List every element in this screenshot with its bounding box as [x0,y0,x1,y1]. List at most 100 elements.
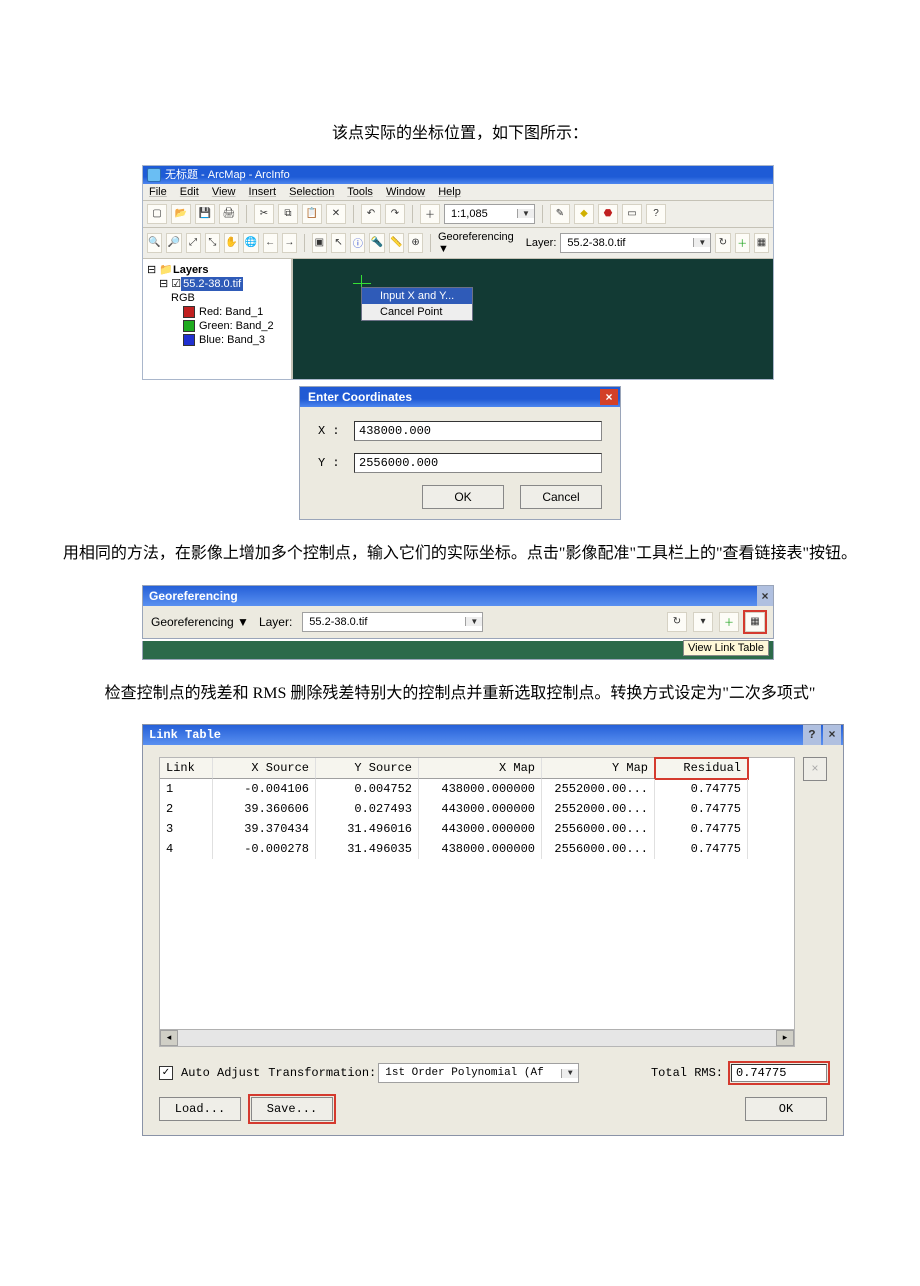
menu-view[interactable]: View [212,186,236,198]
toc-band-red: Red: Band_1 [199,305,263,319]
y-input[interactable] [354,453,602,473]
open-icon[interactable]: 📂 [171,204,191,224]
georef-menu-button[interactable]: Georeferencing ▼ [151,615,249,629]
menu-tools[interactable]: Tools [347,186,373,198]
col-xmap[interactable]: X Map [419,758,542,779]
chevron-down-icon[interactable] [517,209,534,218]
ok-button[interactable]: OK [745,1097,827,1121]
menu-selection[interactable]: Selection [289,186,334,198]
close-icon[interactable]: × [600,389,618,405]
select-elements-icon[interactable]: ↖ [331,233,346,253]
redo-icon[interactable]: ↷ [385,204,405,224]
pan-icon[interactable]: ✋ [224,233,239,253]
editor-toolbar-icon[interactable]: ✎ [550,204,570,224]
table-row[interactable]: 239.3606060.027493443000.0000002552000.0… [160,799,794,819]
delete-link-button[interactable]: × [803,757,827,781]
back-extent-icon[interactable]: ← [263,233,278,253]
x-label: X : [318,424,354,438]
toc-layers-root[interactable]: Layers [173,263,208,277]
cut-icon[interactable]: ✂ [254,204,274,224]
georef-add-point-icon[interactable]: ＋ [719,612,739,632]
view-link-table-button[interactable]: ▦ [745,612,765,632]
col-residual[interactable]: Residual [655,758,748,779]
zoom-out-icon[interactable]: 🔎 [166,233,181,253]
georef-layer-combo-2-value: 55.2-38.0.tif [303,616,465,628]
save-icon[interactable]: 💾 [195,204,215,224]
ctx-input-xy[interactable]: Input X and Y... [362,288,472,304]
transformation-value: 1st Order Polynomial (Af [379,1067,561,1079]
zoom-in-icon[interactable]: 🔍 [147,233,162,253]
menu-insert[interactable]: Insert [249,186,277,198]
table-cell: 0.027493 [316,799,419,819]
link-table-grid[interactable]: Link X Source Y Source X Map Y Map Resid… [159,757,795,1047]
close-icon[interactable]: × [823,725,841,745]
scroll-left-icon[interactable]: ◂ [160,1030,178,1046]
close-icon[interactable]: × [757,586,773,606]
fixed-zoom-out-icon[interactable]: ⤡ [205,233,220,253]
measure-icon[interactable]: 📏 [389,233,404,253]
xy-icon[interactable]: ⊕ [408,233,423,253]
auto-adjust-checkbox[interactable]: ✓ [159,1066,173,1080]
scale-combo[interactable]: 1:1,085 [444,204,535,224]
fwd-extent-icon[interactable]: → [282,233,297,253]
delete-icon[interactable]: ✕ [326,204,346,224]
table-row[interactable]: 4-0.00027831.496035438000.0000002556000.… [160,839,794,859]
find-icon[interactable]: 🔦 [369,233,384,253]
georef-layer-combo-2[interactable]: 55.2-38.0.tif [302,612,483,632]
arccatalog-icon[interactable]: ◆ [574,204,594,224]
georef-layer-combo[interactable]: 55.2-38.0.tif [560,233,711,253]
select-features-icon[interactable]: ▣ [312,233,327,253]
undo-icon[interactable]: ↶ [361,204,381,224]
col-xsource[interactable]: X Source [213,758,316,779]
load-button[interactable]: Load... [159,1097,241,1121]
help-icon[interactable]: ? [803,725,821,745]
georeferencing-menu[interactable]: Georeferencing ▼ [438,231,514,255]
scroll-right-icon[interactable]: ▸ [776,1030,794,1046]
menu-window[interactable]: Window [386,186,425,198]
chevron-down-icon[interactable] [693,238,710,247]
full-extent-icon[interactable]: 🌐 [243,233,258,253]
map-view[interactable]: Input X and Y... Cancel Point [292,259,773,379]
save-button[interactable]: Save... [251,1097,333,1121]
chevron-down-icon[interactable]: ▾ [693,612,713,632]
whats-this-icon[interactable]: ? [646,204,666,224]
col-link[interactable]: Link [160,758,213,779]
menu-edit[interactable]: Edit [180,186,199,198]
add-data-icon[interactable]: ＋ [420,204,440,224]
menu-file[interactable]: File [149,186,167,198]
col-ysource[interactable]: Y Source [316,758,419,779]
x-input[interactable] [354,421,602,441]
cancel-button[interactable]: Cancel [520,485,602,509]
doc-paragraph-3: 检查控制点的残差和 RMS 删除残差特别大的控制点并重新选取控制点。转换方式设定… [60,680,860,709]
new-doc-icon[interactable]: ▢ [147,204,167,224]
georef-add-point-icon[interactable]: ＋ [735,233,750,253]
link-table-scrollbar[interactable]: ◂ ▸ [160,1029,794,1046]
chevron-down-icon[interactable] [465,617,482,626]
table-of-contents[interactable]: ⊟ 📁 Layers ⊟ ☑ 55.2-38.0.tif RGB Red: Ba… [143,259,292,379]
ctx-cancel-point[interactable]: Cancel Point [362,304,472,320]
doc-paragraph-2: 用相同的方法，在影像上增加多个控制点，输入它们的实际坐标。点击"影像配准"工具栏… [60,540,860,569]
copy-icon[interactable]: ⧉ [278,204,298,224]
ok-button[interactable]: OK [422,485,504,509]
identify-icon[interactable]: ⓘ [350,233,365,253]
command-line-icon[interactable]: ▭ [622,204,642,224]
georeferencing-toolbar-window: Georeferencing × Georeferencing ▼ Layer:… [142,585,774,639]
chevron-down-icon[interactable] [561,1069,578,1078]
toc-layer-selected[interactable]: 55.2-38.0.tif [181,277,243,291]
table-row[interactable]: 339.37043431.496016443000.0000002556000.… [160,819,794,839]
fixed-zoom-in-icon[interactable]: ⤢ [186,233,201,253]
menu-help[interactable]: Help [438,186,461,198]
col-ymap[interactable]: Y Map [542,758,655,779]
georef-rotate-icon[interactable]: ↻ [667,612,687,632]
georef-linktable-icon[interactable]: ▦ [754,233,769,253]
arctoolbox-icon[interactable]: ⬣ [598,204,618,224]
transformation-combo[interactable]: 1st Order Polynomial (Af [378,1063,579,1083]
georef-rotate-icon[interactable]: ↻ [715,233,730,253]
paste-icon[interactable]: 📋 [302,204,322,224]
table-row[interactable]: 1-0.0041060.004752438000.0000002552000.0… [160,779,794,799]
table-cell: 0.004752 [316,779,419,799]
print-icon[interactable]: 🖨 [219,204,239,224]
arcmap-menubar[interactable]: File Edit View Insert Selection Tools Wi… [143,184,773,201]
table-cell: -0.000278 [213,839,316,859]
red-swatch-icon [183,306,195,318]
